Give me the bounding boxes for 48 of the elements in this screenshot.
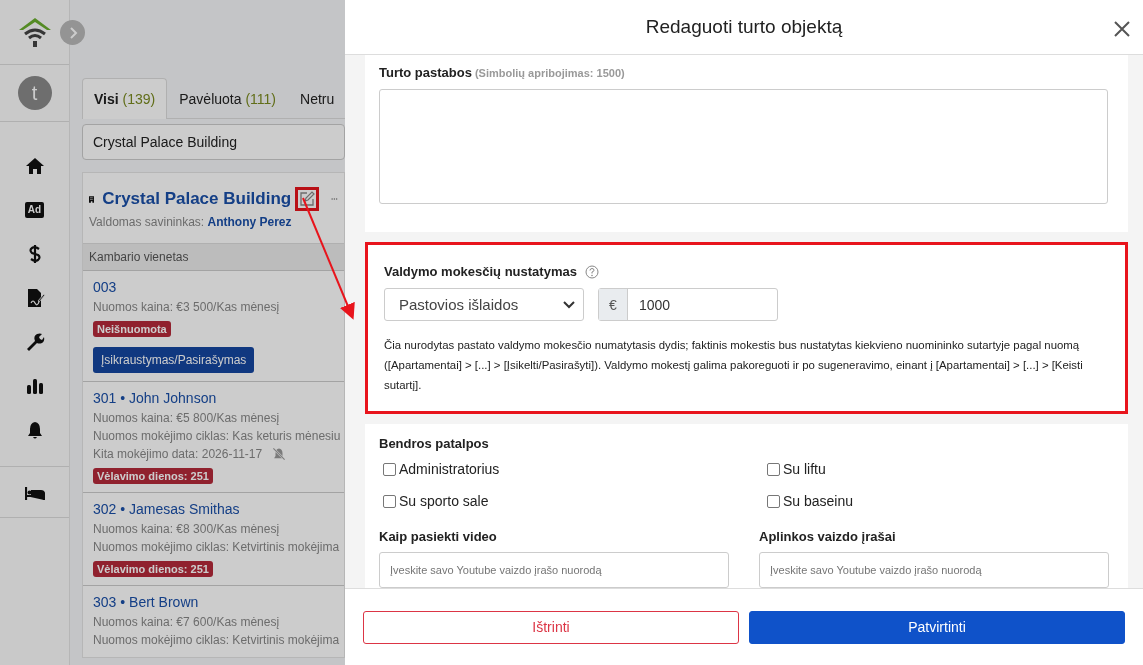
close-icon[interactable]	[1113, 20, 1131, 38]
field-label: Turto pastabos	[379, 65, 472, 80]
unit-detail: Nuomos kaina: €8 300/Kas mėnesį	[93, 521, 280, 538]
section-header: Kambario vienetas	[83, 243, 344, 270]
checkbox[interactable]: Su baseinu	[763, 489, 1108, 513]
checkbox[interactable]: Administratorius	[379, 457, 763, 481]
bell-off-icon[interactable]	[272, 447, 287, 461]
chevron-down-icon	[563, 300, 575, 309]
field-label: Bendros patalpos	[379, 436, 490, 451]
search-field[interactable]: Crystal Palace Building	[82, 124, 345, 160]
unit-detail: Nuomos mokėjimo ciklas: Kas keturis mėnesiu	[93, 428, 341, 445]
fee-description: Čia nurodytas pastato valdymo mokesčio numatytasis dydis; faktinis mokestis bus nustatytas kiekvieno nuomininko sutartyje pagal nuomą ([Apartamentai] > [...] > [Įsikelti/Pasirašyti]). Valdymo mokestį galima pakoreguoti ir po sugeneravimo, einant į [Apartamentai] > [...] > [Keisti sutartį].	[384, 338, 1084, 393]
delete-button[interactable]: Ištrinti	[363, 610, 739, 644]
checkbox[interactable]: Su liftu	[763, 457, 1108, 481]
unit-title[interactable]: 003	[93, 279, 334, 295]
unit-detail: Nuomos kaina: €3 500/Kas mėnesį	[93, 299, 280, 316]
field-hint: (Simbolių apribojimas: 1500)	[474, 67, 625, 79]
tab[interactable]: Visi (139)	[82, 78, 168, 119]
field-label: Aplinkos vaizdo įrašai	[759, 529, 897, 544]
unit-title[interactable]: 301 • John Johnson	[93, 390, 334, 406]
unit-detail: Nuomos mokėjimo ciklas: Ketvirtinis mokėjima	[93, 539, 340, 556]
modal-title: Redaguoti turto objektą	[645, 16, 843, 38]
owner-text: Valdomas savininkas: Anthony Perez	[89, 215, 293, 229]
unit-detail: Nuomos kaina: €7 600/Kas mėnesį	[93, 614, 280, 631]
move-in-button[interactable]: Įsikraustymas/Pasirašymas	[93, 347, 255, 373]
bar-chart-icon[interactable]	[24, 376, 45, 396]
checkbox[interactable]: Su sporto sale	[379, 489, 763, 513]
unit-title[interactable]: 303 • Bert Brown	[93, 594, 334, 610]
tab[interactable]: Netru	[288, 78, 345, 118]
field-label: Valdymo mokesčių nustatymas	[384, 264, 577, 279]
home-icon[interactable]	[24, 156, 45, 176]
tab[interactable]: Pavėluota (111)	[167, 78, 288, 118]
status-badge: Neišnuomota	[93, 321, 171, 337]
field-label: Kaip pasiekti video	[379, 529, 498, 544]
ad-badge[interactable]: Ad	[24, 202, 45, 218]
help-icon[interactable]	[584, 264, 599, 279]
unit-title[interactable]: 302 • Jamesas Smithas	[93, 501, 334, 517]
confirm-button[interactable]: Patvirtinti	[749, 610, 1125, 644]
video-link-field[interactable]: Įveskite savo Youtube vaizdo įrašo nuorodą	[759, 552, 1109, 588]
chevron-right-icon	[67, 26, 78, 39]
status-badge: Vėlavimo dienos: 251	[93, 468, 213, 484]
unit-detail: Kita mokėjimo data: 2026-11-17	[93, 446, 263, 463]
unit-detail: Nuomos mokėjimo ciklas: Ketvirtinis mokėjima	[93, 632, 340, 649]
video-link-field[interactable]: Įveskite savo Youtube vaizdo įrašo nuorodą	[379, 552, 729, 588]
unit-detail: Nuomos kaina: €5 800/Kas mėnesį	[93, 410, 280, 427]
fee-type-select[interactable]: Pastovios išlaidos	[384, 288, 584, 321]
building-name[interactable]: Crystal Palace Building	[102, 189, 292, 209]
status-badge: Vėlavimo dienos: 251	[93, 561, 213, 577]
